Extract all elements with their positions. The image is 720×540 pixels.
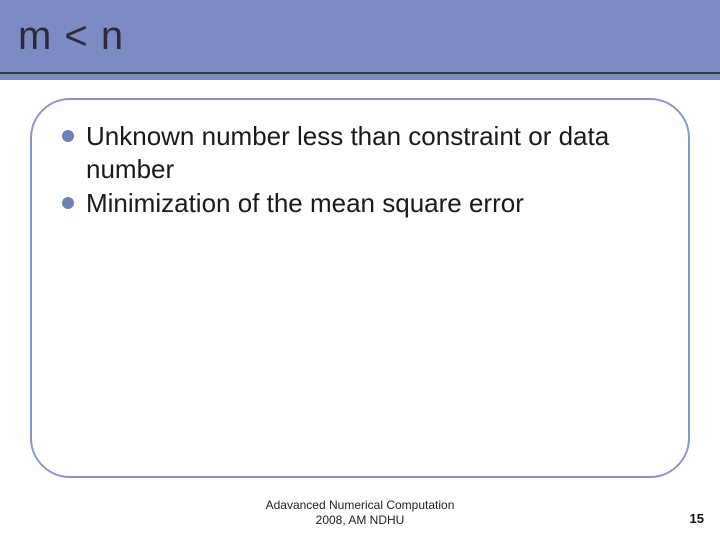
bullet-text: Minimization of the mean square error — [86, 188, 524, 218]
list-item: Unknown number less than constraint or d… — [62, 120, 658, 185]
page-number: 15 — [690, 511, 704, 526]
header-band: m < n — [0, 0, 720, 80]
slide-title: m < n — [18, 14, 124, 59]
bullet-list: Unknown number less than constraint or d… — [62, 120, 658, 220]
bullet-dot-icon — [62, 130, 74, 142]
bullet-text: Unknown number less than constraint or d… — [86, 121, 609, 184]
footer-line1: Adavanced Numerical Computation — [266, 498, 455, 512]
list-item: Minimization of the mean square error — [62, 187, 658, 220]
bullet-dot-icon — [62, 197, 74, 209]
footer-text: Adavanced Numerical Computation 2008, AM… — [0, 498, 720, 528]
header-underline — [0, 72, 720, 74]
footer-line2: 2008, AM NDHU — [316, 513, 405, 527]
content-frame: Unknown number less than constraint or d… — [30, 98, 690, 478]
